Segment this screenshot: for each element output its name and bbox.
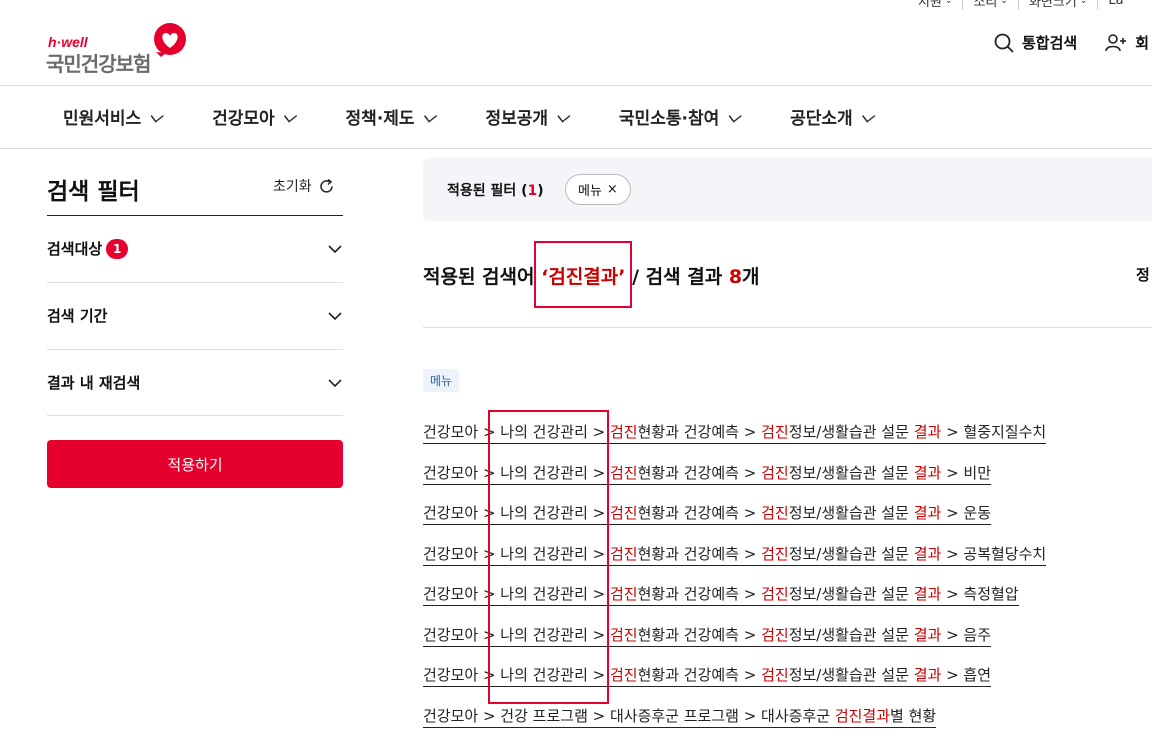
filter-divider: [47, 282, 343, 283]
accordion-label: 검색 기간: [47, 307, 108, 325]
integrated-search-label: 통합검색: [1022, 34, 1078, 52]
chevron-down-icon: ⌵: [860, 106, 874, 127]
accordion-search-target[interactable]: 검색대상 1: [47, 238, 343, 259]
count-badge: 1: [106, 238, 129, 259]
category-tag: 메뉴: [423, 369, 460, 392]
chevron-down-icon: ⌵: [727, 106, 741, 127]
logo[interactable]: h·well 국민건강보험: [46, 22, 191, 76]
main-nav: 민원서비스 ⌵ 건강모아 ⌵ 정책·제도 ⌵ 정보공개 ⌵ 국민소통·참여 ⌵ 공단소개 ⌵: [63, 104, 874, 130]
nav-item-policy[interactable]: 정책·제도 ⌵: [346, 104, 436, 130]
filter-title: 검색 필터: [47, 179, 140, 205]
accordion-search-period[interactable]: 검색 기간: [47, 305, 343, 326]
chevron-down-icon: ⌄: [1079, 0, 1088, 6]
result-link[interactable]: 건강모아 > 건강 프로그램 > 대사증후군 프로그램 > 대사증후군 검진결과…: [423, 706, 937, 728]
result-count: 8: [728, 266, 743, 288]
utility-support[interactable]: 지원 ⌄: [918, 0, 964, 10]
reset-button[interactable]: 초기화: [273, 176, 335, 196]
close-icon[interactable]: ×: [607, 182, 618, 197]
member-label: 회: [1135, 34, 1150, 52]
apply-button[interactable]: 적용하기: [47, 440, 343, 488]
chevron-down-icon: ⌵: [556, 106, 569, 127]
nav-item-about[interactable]: 공단소개 ⌵: [790, 104, 874, 130]
utility-bar: 지원 ⌄ 소리 ⌄ 화면크기 ⌄ La: [918, 0, 1144, 10]
member-button[interactable]: 회: [1105, 32, 1149, 53]
utility-sound[interactable]: 소리 ⌄: [973, 0, 1019, 10]
applied-filter-label: 적용된 필터 (1): [447, 183, 544, 199]
integrated-search-button[interactable]: 통합검색: [994, 32, 1077, 53]
chevron-down-icon: ⌵: [422, 106, 436, 127]
chevron-down-icon: [328, 311, 342, 320]
nav-item-info-disclosure[interactable]: 정보공개 ⌵: [485, 104, 569, 130]
chevron-down-icon: [328, 378, 342, 387]
chevron-down-icon: ⌄: [1000, 0, 1008, 6]
result-divider: [423, 327, 1152, 328]
utility-screen-size[interactable]: 화면크기 ⌄: [1029, 0, 1099, 10]
list-item: 건강모아 > 건강 프로그램 > 대사증후군 프로그램 > 대사증후군 검진결과…: [423, 705, 1046, 745]
heart-logo-icon: [154, 23, 186, 57]
accordion-label: 결과 내 재검색: [47, 374, 141, 392]
filter-divider: [47, 349, 343, 350]
filter-chip-menu[interactable]: 메뉴 ×: [565, 174, 631, 205]
chevron-down-icon: [328, 244, 342, 253]
filter-divider: [47, 215, 343, 216]
header-divider: [0, 85, 1152, 86]
refresh-icon: [319, 178, 333, 193]
filter-divider: [47, 415, 343, 416]
nav-divider: [0, 148, 1152, 149]
utility-language[interactable]: La: [1108, 0, 1133, 10]
search-icon: [994, 33, 1014, 53]
chevron-down-icon: ⌵: [282, 106, 296, 127]
reset-label: 초기화: [273, 179, 312, 195]
accordion-research[interactable]: 결과 내 재검색: [47, 372, 343, 393]
logo-name: 국민건강보험: [46, 52, 151, 76]
annotation-box-breadcrumb: [488, 410, 609, 704]
add-user-icon: [1105, 33, 1127, 51]
nav-item-civil-service[interactable]: 민원서비스 ⌵: [63, 104, 163, 130]
chevron-down-icon: ⌄: [944, 0, 953, 6]
accordion-label: 검색대상: [47, 240, 103, 258]
sort-option[interactable]: 정: [1136, 264, 1150, 285]
chip-label: 메뉴: [578, 184, 602, 199]
applied-filter-panel: 적용된 필터 (1) 메뉴 ×: [423, 158, 1152, 221]
annotation-box-keyword: [534, 241, 632, 308]
header-actions: 통합검색 회: [994, 32, 1149, 53]
nav-item-communication[interactable]: 국민소통·참여 ⌵: [619, 104, 741, 130]
chevron-down-icon: ⌵: [149, 106, 163, 127]
nav-item-health-moa[interactable]: 건강모아 ⌵: [212, 104, 296, 130]
